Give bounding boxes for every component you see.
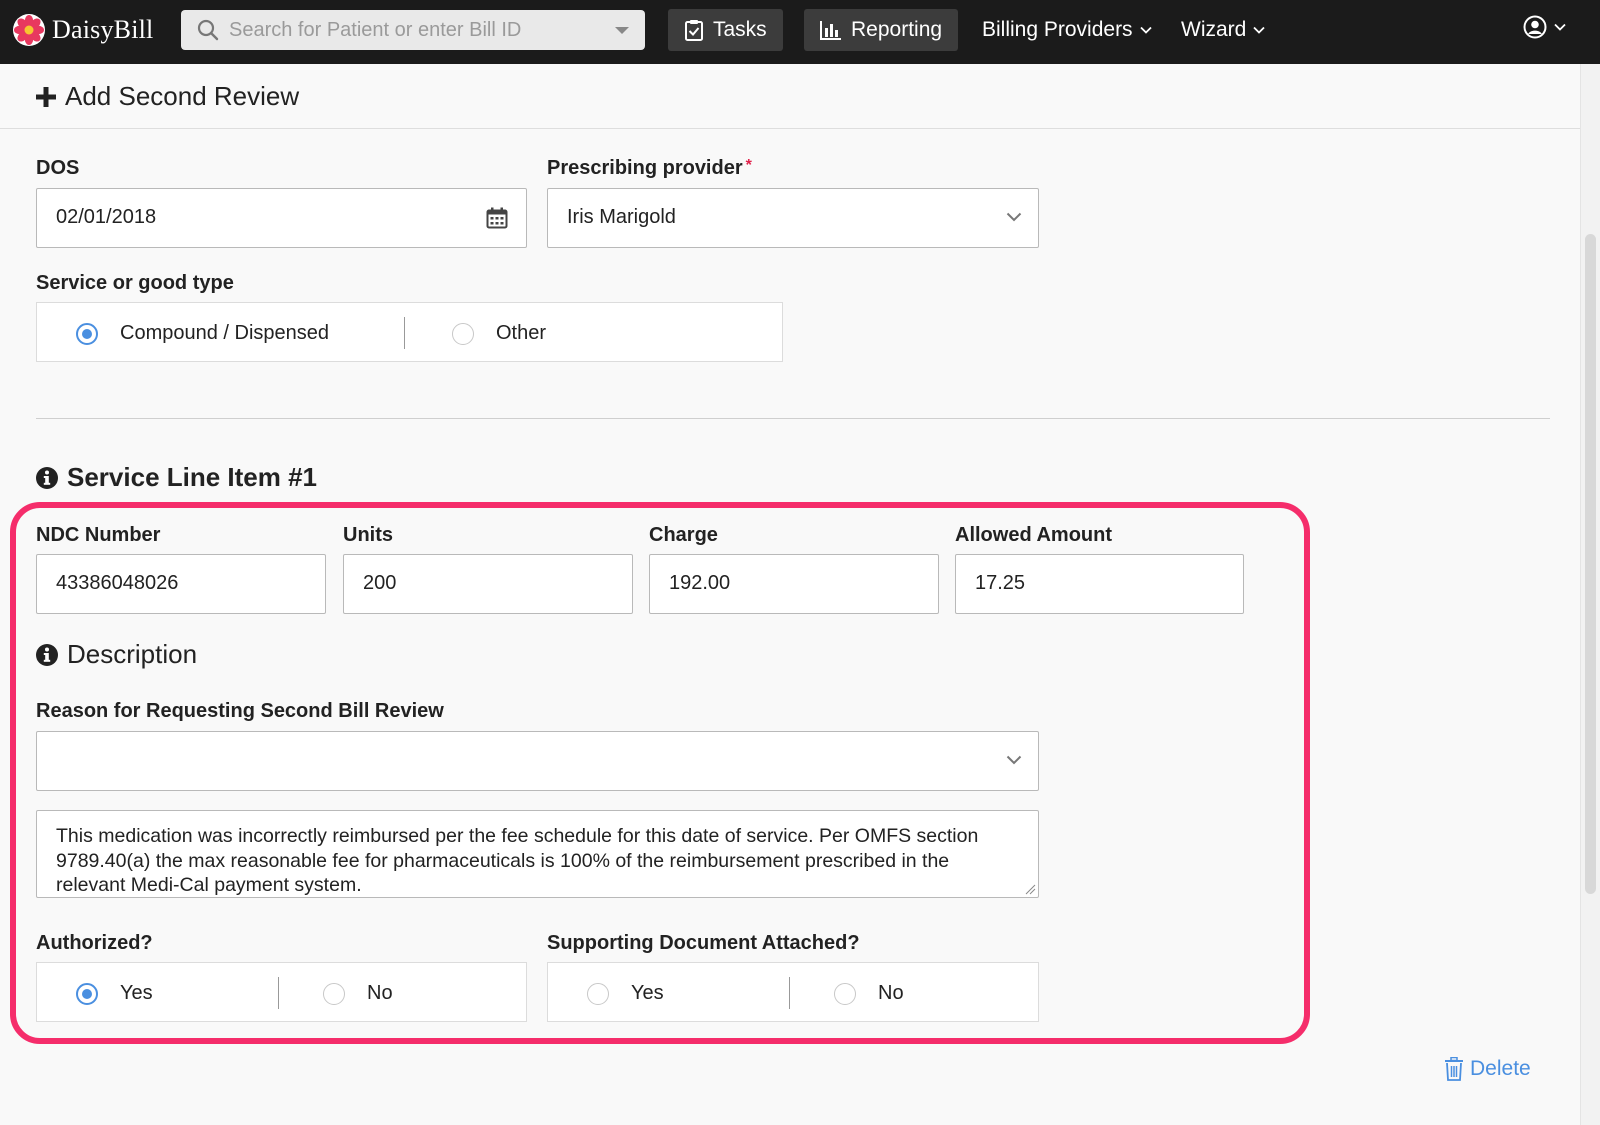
required-marker: * <box>745 157 752 174</box>
radio-selected-icon[interactable] <box>76 982 98 1005</box>
authorized-option-label: No <box>367 982 393 1004</box>
allowed-amount-field[interactable]: 17.25 <box>955 554 1244 614</box>
billing-providers-label: Billing Providers <box>982 18 1133 41</box>
calendar-icon[interactable] <box>486 207 508 229</box>
reason-label: Reason for Requesting Second Bill Review <box>36 700 444 722</box>
supporting-document-radio-group: Yes No <box>547 962 1039 1022</box>
ndc-number-label: NDC Number <box>36 524 161 546</box>
supporting-document-no-radio[interactable]: No <box>834 982 904 1005</box>
service-type-radio-group: Compound / Dispensed Other <box>36 302 783 362</box>
service-line-item-title: Service Line Item #1 <box>36 462 317 493</box>
brand[interactable]: DaisyBill <box>12 12 153 48</box>
search-box[interactable] <box>181 10 645 50</box>
prescribing-provider-label-text: Prescribing provider <box>547 157 743 179</box>
delete-label: Delete <box>1470 1057 1531 1080</box>
ndc-number-field[interactable]: 43386048026 <box>36 554 326 614</box>
search-icon <box>197 19 219 41</box>
service-type-label: Service or good type <box>36 272 234 294</box>
authorized-no-radio[interactable]: No <box>323 982 393 1005</box>
vertical-scrollbar[interactable] <box>1580 64 1600 1125</box>
prescribing-provider-label: Prescribing provider * <box>547 157 752 180</box>
wizard-menu[interactable]: Wizard <box>1181 9 1265 51</box>
prescribing-provider-select[interactable]: Iris Marigold <box>547 188 1039 248</box>
chevron-down-icon <box>1253 26 1265 34</box>
supporting-document-label: Supporting Document Attached? <box>547 932 860 954</box>
billing-providers-menu[interactable]: Billing Providers <box>982 9 1152 51</box>
ndc-number-value: 43386048026 <box>56 572 179 594</box>
reporting-button[interactable]: Reporting <box>804 9 959 51</box>
radio-divider <box>789 977 790 1009</box>
page-title: Add Second Review <box>36 81 299 112</box>
radio-divider <box>404 317 405 349</box>
radio-divider <box>278 977 279 1009</box>
service-type-option-label: Compound / Dispensed <box>120 322 330 344</box>
section-divider <box>36 418 1550 419</box>
trash-icon <box>1445 1057 1463 1081</box>
daisy-logo-icon <box>13 14 45 46</box>
chevron-down-icon <box>1554 23 1566 31</box>
page-title-text: Add Second Review <box>65 81 300 111</box>
radio-unselected-icon[interactable] <box>323 982 345 1005</box>
chevron-down-icon <box>1006 212 1022 222</box>
description-title: Description <box>36 639 197 670</box>
description-text: This medication was incorrectly reimburs… <box>56 825 979 896</box>
radio-unselected-icon[interactable] <box>834 982 856 1005</box>
authorized-radio-group: Yes No <box>36 962 527 1022</box>
dos-value: 02/01/2018 <box>56 206 157 228</box>
reporting-label: Reporting <box>851 18 943 41</box>
page-header: Add Second Review <box>0 64 1580 129</box>
allowed-amount-value: 17.25 <box>975 572 1026 594</box>
radio-selected-icon[interactable] <box>76 322 98 345</box>
tasks-label: Tasks <box>713 18 767 41</box>
radio-unselected-icon[interactable] <box>452 322 474 345</box>
wizard-label: Wizard <box>1181 18 1247 41</box>
description-textarea[interactable]: This medication was incorrectly reimburs… <box>36 810 1039 898</box>
user-menu[interactable] <box>1523 15 1566 39</box>
brand-name: DaisyBill <box>52 15 154 44</box>
units-field[interactable]: 200 <box>343 554 633 614</box>
service-line-item-title-text: Service Line Item #1 <box>67 462 318 492</box>
service-type-option-label: Other <box>496 322 547 344</box>
info-icon <box>36 643 58 666</box>
plus-icon <box>36 86 56 107</box>
supporting-option-label: Yes <box>631 982 664 1004</box>
scrollbar-thumb[interactable] <box>1585 234 1596 894</box>
service-type-other-radio[interactable]: Other <box>452 322 546 345</box>
dos-field[interactable]: 02/01/2018 <box>36 188 527 248</box>
chevron-down-icon <box>1006 755 1022 765</box>
radio-unselected-icon[interactable] <box>587 982 609 1005</box>
authorized-label: Authorized? <box>36 932 153 954</box>
tasks-button[interactable]: Tasks <box>668 9 783 51</box>
charge-label: Charge <box>649 524 718 546</box>
clipboard-check-icon <box>685 20 703 41</box>
units-label: Units <box>343 524 393 546</box>
search-input[interactable] <box>229 18 589 42</box>
supporting-document-yes-radio[interactable]: Yes <box>587 982 664 1005</box>
allowed-amount-label: Allowed Amount <box>955 524 1113 546</box>
charge-field[interactable]: 192.00 <box>649 554 939 614</box>
delete-button[interactable]: Delete <box>1444 1057 1531 1081</box>
chevron-down-icon <box>1139 26 1152 34</box>
prescribing-provider-value: Iris Marigold <box>567 206 676 228</box>
reason-select[interactable] <box>36 731 1039 791</box>
charge-value: 192.00 <box>669 572 731 594</box>
supporting-option-label: No <box>878 982 904 1004</box>
authorized-option-label: Yes <box>120 982 153 1004</box>
info-icon <box>36 466 58 489</box>
bar-chart-icon <box>820 21 841 40</box>
dos-label: DOS <box>36 157 80 179</box>
authorized-yes-radio[interactable]: Yes <box>76 982 153 1005</box>
caret-down-icon[interactable] <box>615 27 629 34</box>
top-navbar: DaisyBill Tasks Reporting Billing Provid… <box>0 0 1600 64</box>
description-title-text: Description <box>67 639 198 669</box>
units-value: 200 <box>363 572 397 594</box>
resize-handle-icon[interactable] <box>1024 883 1036 895</box>
user-circle-icon <box>1523 15 1547 39</box>
service-type-compound-radio[interactable]: Compound / Dispensed <box>76 322 329 345</box>
